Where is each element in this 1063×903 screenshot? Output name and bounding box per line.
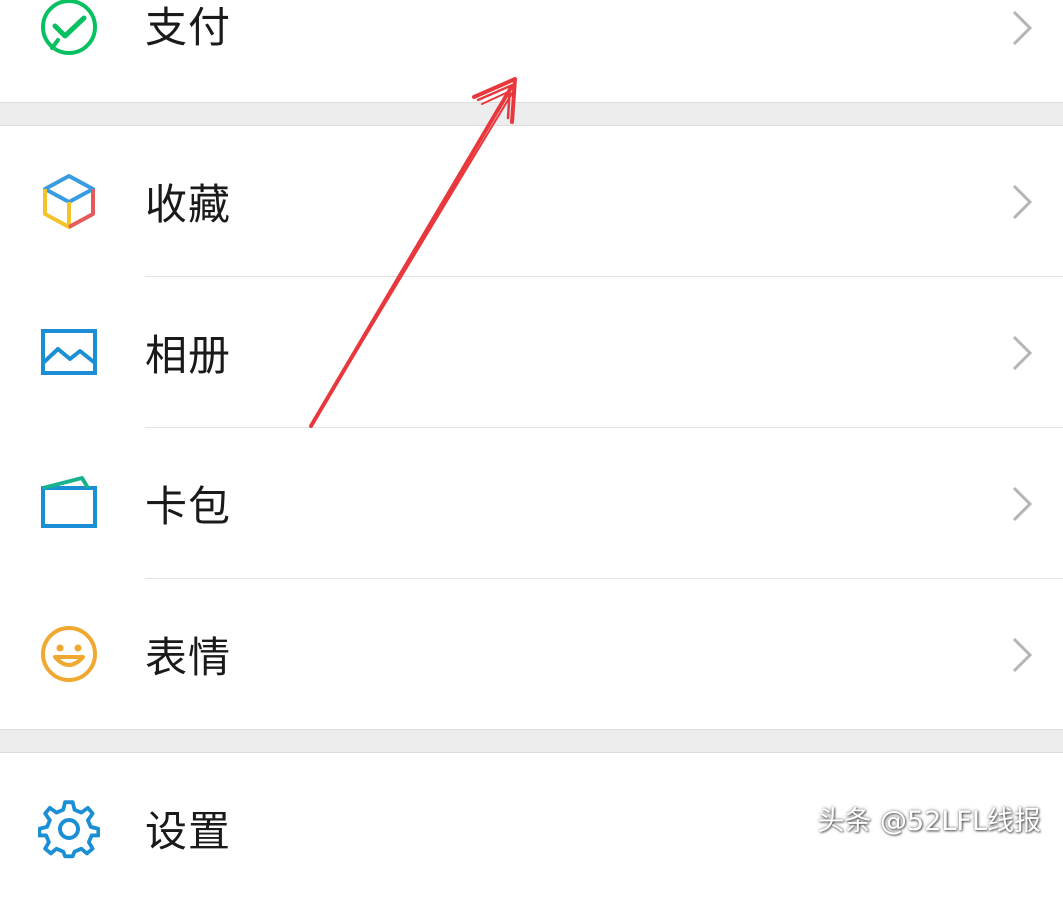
- section-divider: [0, 729, 1063, 753]
- menu-item-cards-label: 卡包: [145, 482, 232, 531]
- gear-icon: [38, 798, 100, 860]
- menu-item-pay[interactable]: 支付: [0, 0, 1063, 102]
- smiley-icon: [38, 623, 100, 685]
- wallet-icon: [38, 472, 100, 534]
- menu-item-settings-label: 设置: [145, 807, 232, 856]
- chevron-right-icon: [1008, 333, 1036, 373]
- picture-icon: [38, 321, 100, 383]
- cube-icon: [38, 170, 100, 232]
- menu-item-pay-label: 支付: [145, 3, 232, 52]
- menu-item-stickers[interactable]: 表情: [0, 579, 1063, 729]
- menu-item-favorites[interactable]: 收藏: [0, 126, 1063, 276]
- menu-item-album[interactable]: 相册: [0, 277, 1063, 427]
- menu-item-favorites-label: 收藏: [145, 180, 232, 229]
- main-group: 收藏 相册 卡包 表情: [0, 126, 1063, 729]
- pay-group: 支付: [0, 0, 1063, 102]
- watermark: 头条 @52LFL线报: [817, 806, 1041, 837]
- section-divider: [0, 102, 1063, 126]
- chevron-right-icon: [1008, 635, 1036, 675]
- wechat-pay-icon: [38, 0, 100, 58]
- chevron-right-icon: [1008, 182, 1036, 222]
- chevron-right-icon: [1008, 484, 1036, 524]
- menu-item-album-label: 相册: [145, 331, 232, 380]
- menu-item-cards[interactable]: 卡包: [0, 428, 1063, 578]
- chevron-right-icon: [1008, 8, 1036, 48]
- menu-item-stickers-label: 表情: [145, 633, 232, 682]
